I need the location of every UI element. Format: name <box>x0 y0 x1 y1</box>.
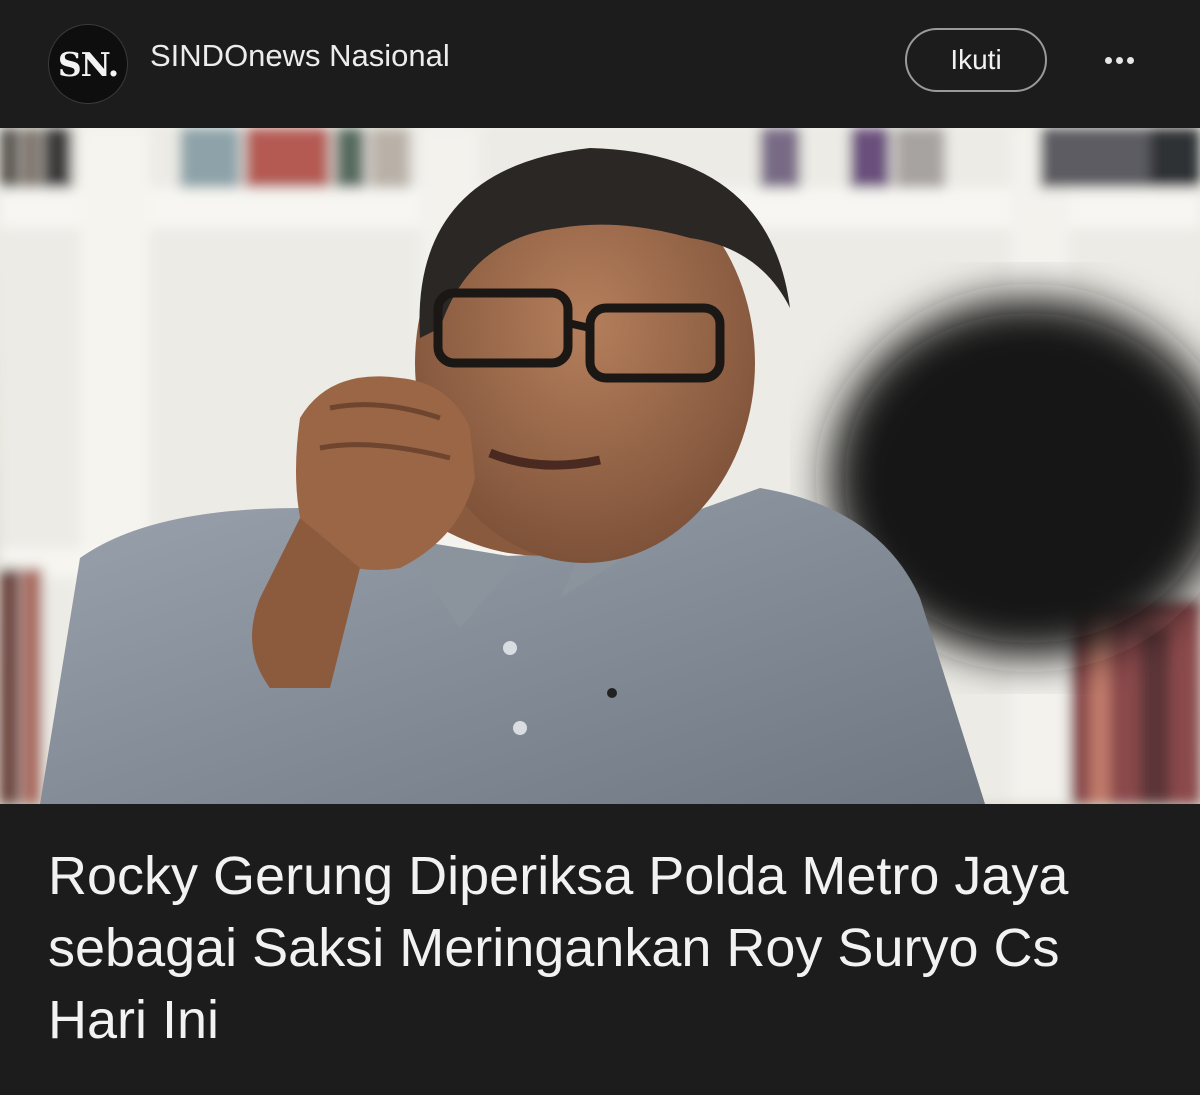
article-headline[interactable]: Rocky Gerung Diperiksa Polda Metro Jaya … <box>48 840 1158 1056</box>
more-options-icon[interactable] <box>1094 40 1144 80</box>
publisher-logo[interactable]: SN. <box>48 24 128 104</box>
article-header: SN. SINDOnews Nasional Ikuti <box>0 0 1200 120</box>
article-photo-illustration <box>0 128 1200 804</box>
follow-button[interactable]: Ikuti <box>905 28 1047 92</box>
publisher-name[interactable]: SINDOnews Nasional <box>150 38 450 74</box>
article-image[interactable] <box>0 128 1200 804</box>
